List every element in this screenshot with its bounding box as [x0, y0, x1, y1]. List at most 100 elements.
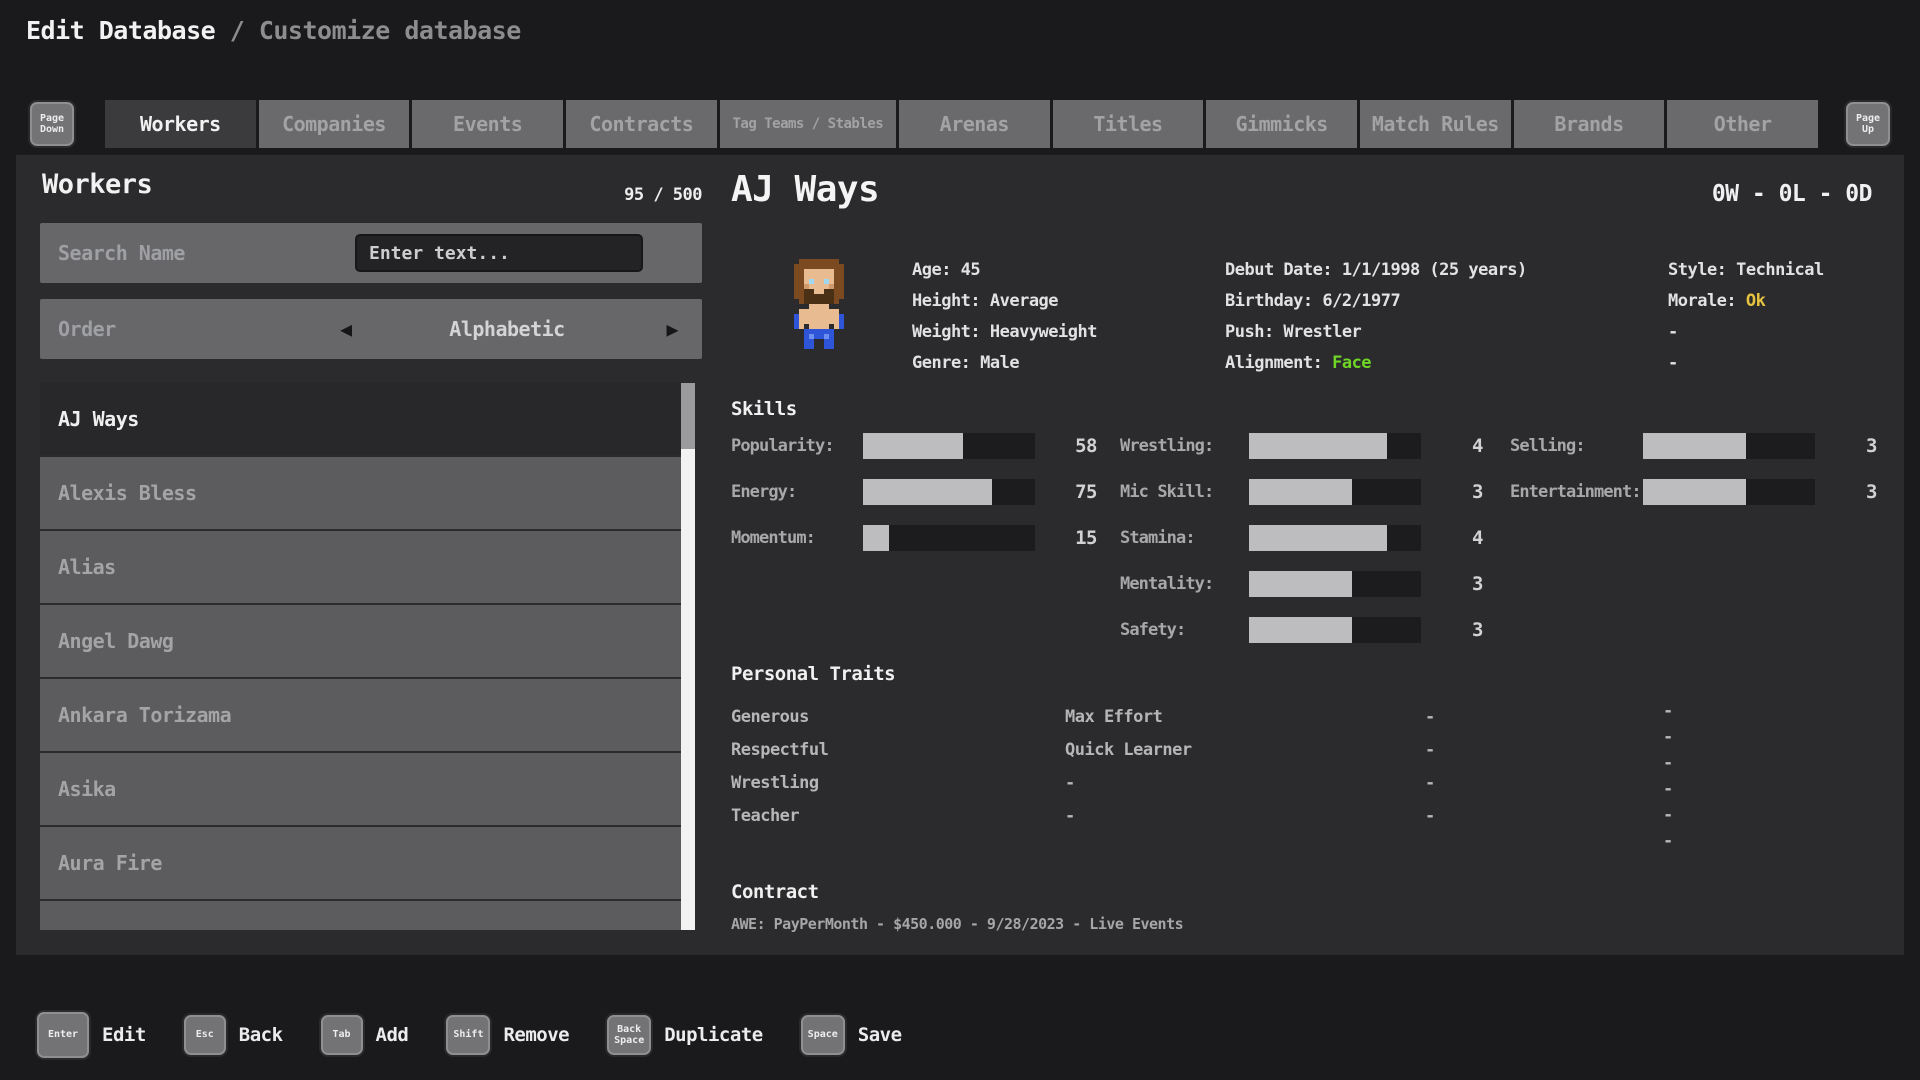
bio-line: -	[1668, 348, 1824, 379]
search-input[interactable]	[355, 234, 643, 272]
back-space-key-icon[interactable]: Back Space	[607, 1015, 651, 1055]
skill-label: Wrestling:	[1120, 436, 1249, 456]
worker-list-item-aura-fire[interactable]: Aura Fire	[40, 827, 686, 899]
worker-list-item-angel-dawg[interactable]: Angel Dawg	[40, 605, 686, 677]
skill-label: Popularity:	[731, 436, 863, 456]
worker-list-scrollbar[interactable]	[681, 383, 695, 930]
skill-value: 3	[1815, 481, 1877, 503]
skills-title: Skills	[731, 398, 797, 420]
skills-column-2: Wrestling:4Mic Skill:3Stamina:4Mentality…	[1120, 433, 1483, 663]
tab-contracts[interactable]: Contracts	[566, 100, 717, 148]
tab-workers[interactable]: Workers	[105, 100, 256, 148]
bio-text: Birthday: 6/2/1977	[1225, 291, 1400, 311]
personal-traits-title: Personal Traits	[731, 663, 895, 685]
worker-list-item-asika[interactable]: Asika	[40, 753, 686, 825]
skill-label: Safety:	[1120, 620, 1249, 640]
hotkey-action-label: Add	[376, 1024, 409, 1046]
tab-brands[interactable]: Brands	[1514, 100, 1665, 148]
skill-bar	[863, 525, 1035, 551]
shift-key-icon[interactable]: Shift	[446, 1015, 490, 1055]
bio-line: Height: Average	[912, 286, 1097, 317]
contract-title: Contract	[731, 881, 819, 903]
skill-value: 15	[1035, 527, 1097, 549]
skill-bar	[863, 479, 1035, 505]
skill-bar-fill	[1249, 525, 1387, 551]
tab-gimmicks[interactable]: Gimmicks	[1206, 100, 1357, 148]
space-key-icon[interactable]: Space	[801, 1015, 845, 1055]
search-label: Search Name	[58, 223, 185, 283]
bio-text: Morale:	[1668, 291, 1746, 311]
traits-column-3: ----	[1425, 701, 1435, 833]
trait-empty: -	[1425, 734, 1435, 767]
bio-column-2: Debut Date: 1/1/1998 (25 years) Birthday:…	[1225, 255, 1527, 379]
skill-row-energy: Energy:75	[731, 479, 1097, 505]
skill-bar	[1249, 433, 1421, 459]
page-down-key-icon[interactable]: Page Down	[30, 102, 74, 146]
hotkey-action-label: Save	[858, 1024, 902, 1046]
skill-row-safety: Safety:3	[1120, 617, 1483, 643]
tab-arenas[interactable]: Arenas	[899, 100, 1050, 148]
hotkey-duplicate: Back SpaceDuplicate	[607, 1015, 763, 1055]
trait-empty: -	[1425, 800, 1435, 833]
breadcrumb-separator: /	[215, 16, 259, 45]
bio-text: Height: Average	[912, 291, 1058, 311]
bio-text: Style: Technical	[1668, 260, 1824, 280]
worker-list-item-partial[interactable]	[40, 901, 686, 930]
order-next-arrow-icon[interactable]: ▶	[666, 299, 678, 359]
bio-text: Age: 45	[912, 260, 980, 280]
order-prev-arrow-icon[interactable]: ◀	[340, 299, 352, 359]
skill-bar	[1249, 617, 1421, 643]
skill-label: Selling:	[1510, 436, 1643, 456]
skill-bar-fill	[1249, 479, 1352, 505]
page-subtitle: Customize database	[259, 16, 521, 45]
tab-strip: WorkersCompaniesEventsContractsTag Teams…	[105, 100, 1818, 148]
skill-value: 58	[1035, 435, 1097, 457]
hotkey-action-label: Remove	[503, 1024, 569, 1046]
skill-value: 75	[1035, 481, 1097, 503]
skill-bar	[1643, 479, 1815, 505]
trait-empty: -	[1065, 800, 1192, 833]
trait-empty: -	[1425, 767, 1435, 800]
bio-text: Weight: Heavyweight	[912, 322, 1097, 342]
skill-row-mentality: Mentality:3	[1120, 571, 1483, 597]
scrollbar-thumb[interactable]	[681, 383, 695, 449]
traits-column-4: ------	[1663, 698, 1673, 854]
skill-bar-fill	[863, 479, 992, 505]
skill-value: 3	[1421, 573, 1483, 595]
skill-bar-fill	[1249, 433, 1387, 459]
skill-row-entertainment: Entertainment: 3	[1510, 479, 1877, 505]
tab-match-rules[interactable]: Match Rules	[1360, 100, 1511, 148]
skill-label: Entertainment:	[1510, 482, 1643, 502]
tab-titles[interactable]: Titles	[1053, 100, 1204, 148]
worker-avatar	[789, 259, 849, 349]
esc-key-icon[interactable]: Esc	[184, 1015, 226, 1055]
bio-line: Style: Technical	[1668, 255, 1824, 286]
worker-list-item-alias[interactable]: Alias	[40, 531, 686, 603]
tab-bar: Page Down WorkersCompaniesEventsContract…	[30, 100, 1890, 148]
tab-tag-teams-stables[interactable]: Tag Teams / Stables	[720, 100, 896, 148]
hotkey-remove: Shift Remove	[446, 1015, 569, 1055]
tab-events[interactable]: Events	[412, 100, 563, 148]
workers-counter: 95 / 500	[40, 185, 702, 205]
bio-column-1: Age: 45 Height: Average Weight: Heavyweigh…	[912, 255, 1097, 379]
trait-empty: -	[1425, 701, 1435, 734]
trait-empty: -	[1065, 767, 1192, 800]
enter-key-icon[interactable]: Enter	[37, 1012, 89, 1058]
trait-empty: -	[1663, 724, 1673, 750]
skill-value: 4	[1421, 435, 1483, 457]
tab-other[interactable]: Other	[1667, 100, 1818, 148]
bio-text: Debut Date: 1/1/1998 (25 years)	[1225, 260, 1527, 280]
trait-empty: -	[1663, 802, 1673, 828]
hotkey-edit: EnterEdit	[37, 1012, 146, 1058]
tab-companies[interactable]: Companies	[259, 100, 410, 148]
worker-list-item-ankara-torizama[interactable]: Ankara Torizama	[40, 679, 686, 751]
skill-bar-fill	[863, 433, 963, 459]
worker-list-item-aj-ways[interactable]: AJ Ways	[40, 383, 686, 455]
worker-list-item-alexis-bless[interactable]: Alexis Bless	[40, 457, 686, 529]
search-row: Search Name	[40, 223, 702, 283]
traits-column-2: Max EffortQuick Learner--	[1065, 701, 1192, 833]
bio-text: Genre: Male	[912, 353, 1019, 373]
tab-key-icon[interactable]: Tab	[321, 1015, 363, 1055]
skill-bar-fill	[1249, 617, 1352, 643]
page-up-key-icon[interactable]: Page Up	[1846, 102, 1890, 146]
